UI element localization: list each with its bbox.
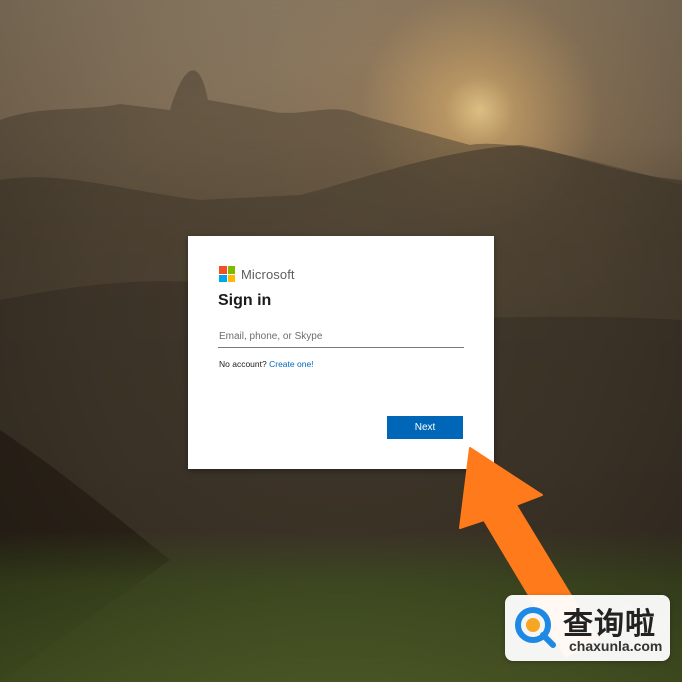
watermark-chinese-text: 查询啦 [563,607,656,642]
magnifier-q-icon [515,607,556,648]
orange-arrow-annotation [459,447,599,658]
watermark-domain-text: chaxunla.com [569,638,663,654]
watermark: 查询啦 chaxunla.com [505,595,670,661]
